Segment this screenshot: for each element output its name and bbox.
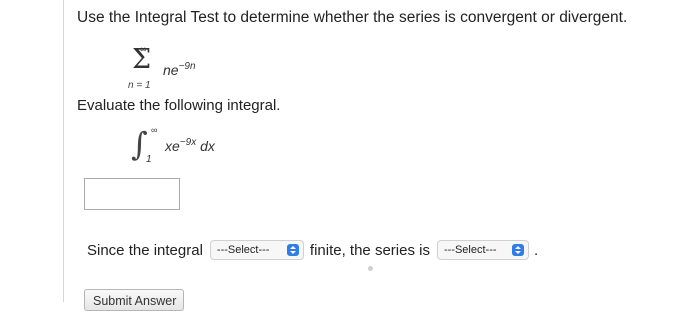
series-term: ne−9n [163, 61, 196, 78]
select-arrows-icon [286, 244, 299, 256]
series-term-base: ne [163, 62, 179, 78]
integral-finiteness-select[interactable]: ---Select--- [209, 240, 304, 260]
question-prompt: Use the Integral Test to determine wheth… [77, 9, 628, 26]
series-convergence-select[interactable]: ---Select--- [436, 240, 529, 260]
series-convergence-select-value: ---Select--- [443, 244, 497, 256]
summation-sign: Σ [132, 44, 152, 75]
integral-answer-input[interactable] [84, 178, 180, 210]
series-term-exponent: −9n [178, 61, 196, 72]
conclusion-sentence: Since the integral ---Select--- finite, … [87, 240, 538, 260]
integrand-exponent: −9x [179, 137, 197, 148]
conclusion-middle: finite, the series is [309, 241, 430, 259]
conclusion-prefix: Since the integral [87, 241, 203, 259]
integral-upper-limit: ∞ [151, 125, 158, 135]
integral-finiteness-select-value: ---Select--- [216, 244, 270, 256]
integral-lower-limit: 1 [146, 154, 152, 165]
integrand: xe−9x dx [165, 137, 215, 154]
select-arrows-icon [511, 244, 524, 256]
decorative-dot [368, 266, 373, 271]
integral-differential: dx [196, 138, 215, 154]
series-lower-limit: n = 1 [128, 80, 151, 91]
integrand-base: xe [165, 138, 180, 154]
evaluate-instruction: Evaluate the following integral. [77, 97, 281, 114]
submit-answer-button[interactable]: Submit Answer [84, 289, 184, 311]
conclusion-suffix: . [533, 241, 539, 259]
